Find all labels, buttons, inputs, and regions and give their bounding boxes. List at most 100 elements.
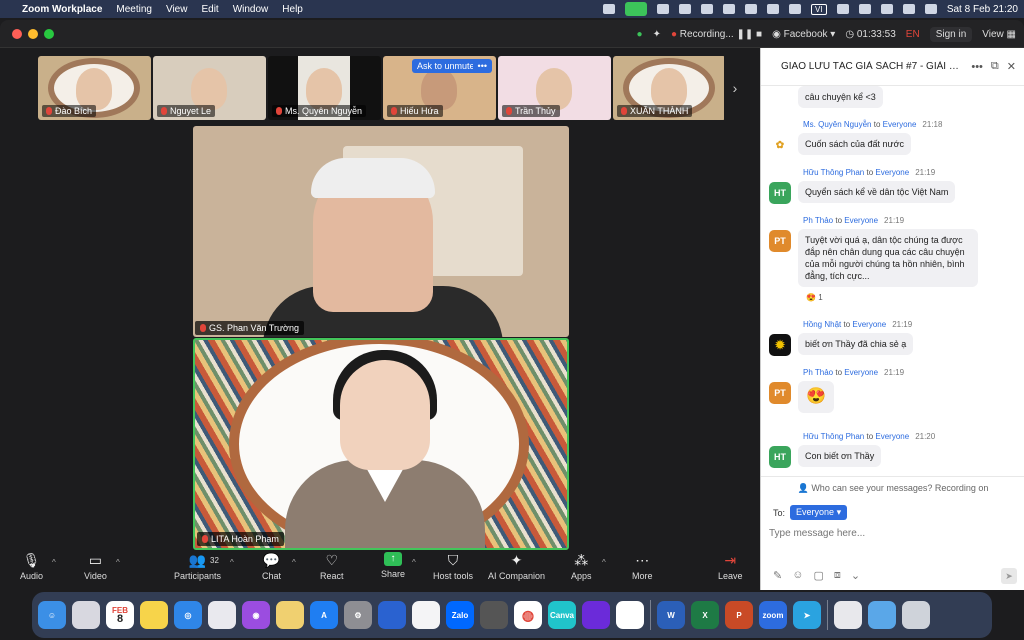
video-options-caret[interactable]: ^ bbox=[116, 558, 120, 567]
battery-icon[interactable] bbox=[836, 4, 849, 14]
excel-icon[interactable]: X bbox=[691, 601, 719, 629]
more-button[interactable]: ⋯ More bbox=[632, 552, 653, 582]
share-options-caret[interactable]: ^ bbox=[412, 558, 416, 567]
file-attach-icon[interactable]: ▢ bbox=[813, 569, 823, 582]
ask-to-unmute-button[interactable]: Ask to unmute bbox=[412, 59, 480, 73]
apps-options-caret[interactable]: ^ bbox=[602, 558, 606, 567]
participant-tile[interactable]: Ask to unmute ••• Hiếu Hứa bbox=[383, 56, 496, 120]
menu-help[interactable]: Help bbox=[282, 4, 303, 15]
chrome-icon[interactable]: ◍ bbox=[514, 601, 542, 629]
creative-cloud-icon[interactable] bbox=[582, 601, 610, 629]
sign-in-button[interactable]: Sign in bbox=[929, 26, 973, 42]
cloud-status-icon[interactable] bbox=[678, 4, 691, 14]
message-sender[interactable]: Hữu Thông Phan bbox=[803, 168, 864, 177]
perplexity-icon[interactable] bbox=[412, 601, 440, 629]
more-options-button[interactable]: ••• bbox=[472, 59, 492, 73]
notes-icon[interactable] bbox=[140, 601, 168, 629]
host-tools-button[interactable]: ⛉ Host tools bbox=[433, 552, 473, 582]
leave-button[interactable]: ⇥ Leave bbox=[718, 552, 743, 582]
layers-icon[interactable] bbox=[744, 4, 757, 14]
send-icon[interactable]: ➤ bbox=[1001, 568, 1017, 584]
message-sender[interactable]: Ms. Quyên Nguyễn bbox=[803, 120, 871, 129]
zalo-icon[interactable]: Zalo bbox=[446, 601, 474, 629]
quicktime-icon[interactable] bbox=[480, 601, 508, 629]
facebook-stream[interactable]: ◉ Facebook ▾ bbox=[772, 29, 835, 40]
zoom-status-icon[interactable] bbox=[656, 4, 669, 14]
safari-icon[interactable]: ◎ bbox=[174, 601, 202, 629]
powerpoint-icon[interactable]: P bbox=[725, 601, 753, 629]
launchpad-icon[interactable] bbox=[72, 601, 100, 629]
share-button[interactable]: ↑ Share bbox=[381, 552, 405, 579]
participant-tile[interactable]: Nguyet Le bbox=[153, 56, 266, 120]
pause-recording-icon[interactable]: ❚❚ bbox=[736, 29, 753, 40]
telegram-icon[interactable]: ➤ bbox=[793, 601, 821, 629]
system-settings-icon[interactable]: ⚙ bbox=[344, 601, 372, 629]
apps-button[interactable]: ⁂ Apps bbox=[571, 552, 592, 582]
zoom-camera-status-icon[interactable] bbox=[624, 2, 647, 16]
trash-icon[interactable] bbox=[902, 601, 930, 629]
chevron-right-icon[interactable]: › bbox=[724, 56, 746, 120]
visibility-notice[interactable]: 👤 Who can see your messages? Recording o… bbox=[761, 483, 1024, 494]
participant-tile[interactable]: Đào Bích bbox=[38, 56, 151, 120]
reaction-badge[interactable]: 😍 1 bbox=[806, 293, 823, 302]
document-icon[interactable] bbox=[834, 601, 862, 629]
menu-app-name[interactable]: Zoom Workplace bbox=[22, 4, 102, 15]
zoom-icon[interactable]: zoom bbox=[759, 601, 787, 629]
recipient-dropdown[interactable]: Everyone ▾ bbox=[790, 505, 848, 520]
message-sender[interactable]: Hữu Thông Phan bbox=[803, 432, 864, 441]
message-bubble[interactable]: Tuyệt vời quá ạ, dân tộc chúng ta được đ… bbox=[798, 229, 978, 287]
freeform-icon[interactable] bbox=[208, 601, 236, 629]
recording-status[interactable]: ● Recording... ❚❚ ■ bbox=[671, 29, 762, 40]
menu-view[interactable]: View bbox=[166, 4, 188, 15]
bluetooth-icon[interactable] bbox=[788, 4, 801, 14]
view-button[interactable]: View ▦ bbox=[982, 29, 1016, 40]
canva-icon[interactable]: Canva bbox=[548, 601, 576, 629]
maximize-window-button[interactable] bbox=[44, 29, 54, 39]
siri-icon[interactable] bbox=[924, 4, 937, 14]
word-icon[interactable]: W bbox=[657, 601, 685, 629]
participants-options-caret[interactable]: ^ bbox=[230, 558, 234, 567]
menu-meeting[interactable]: Meeting bbox=[116, 4, 152, 15]
message-bubble[interactable]: câu chuyện kể <3 bbox=[798, 86, 883, 108]
shield-icon[interactable]: ● bbox=[637, 29, 643, 40]
screenshot-icon[interactable]: ⧈ bbox=[834, 569, 841, 582]
input-source-indicator[interactable]: VI bbox=[810, 3, 827, 15]
menu-edit[interactable]: Edit bbox=[201, 4, 218, 15]
ai-companion-button[interactable]: ✦ AI Companion bbox=[488, 552, 545, 582]
audio-button[interactable]: 🎙 Audio bbox=[20, 552, 43, 582]
message-sender[interactable]: Ph Thảo bbox=[803, 368, 833, 377]
finder-icon[interactable]: ☺ bbox=[38, 601, 66, 629]
stop-recording-icon[interactable]: ■ bbox=[756, 29, 762, 40]
message-bubble[interactable]: biết ơn Thầy đã chia sẻ ạ bbox=[798, 333, 914, 355]
menubar-clock[interactable]: Sat 8 Feb 21:20 bbox=[947, 4, 1018, 15]
minimize-window-button[interactable] bbox=[28, 29, 38, 39]
message-bubble[interactable]: Quyển sách kể về dân tộc Việt Nam bbox=[798, 181, 956, 203]
language-indicator[interactable]: EN bbox=[906, 29, 920, 40]
keynote-icon[interactable] bbox=[378, 601, 406, 629]
podcasts-icon[interactable]: ◉ bbox=[242, 601, 270, 629]
video-button[interactable]: ▭ Video bbox=[84, 552, 107, 582]
react-button[interactable]: ♡ React bbox=[320, 552, 344, 582]
participant-tile[interactable]: XUÂN THÀNH bbox=[613, 56, 726, 120]
pop-out-icon[interactable]: ⧉ bbox=[991, 60, 999, 73]
chat-options-caret[interactable]: ^ bbox=[292, 558, 296, 567]
search-icon[interactable] bbox=[880, 4, 893, 14]
speaker-video-2[interactable]: LITA Hoàn Phạm bbox=[193, 338, 569, 550]
more-options-icon[interactable]: ••• bbox=[971, 61, 983, 73]
ai-sparkle-icon[interactable]: ✦ bbox=[653, 29, 661, 40]
close-window-button[interactable] bbox=[12, 29, 22, 39]
message-bubble[interactable]: Con biết ơn Thầy bbox=[798, 445, 882, 467]
status-app-icon[interactable] bbox=[602, 4, 615, 14]
control-center-icon[interactable] bbox=[902, 4, 915, 14]
close-icon[interactable]: ✕ bbox=[1007, 60, 1016, 73]
menu-window[interactable]: Window bbox=[233, 4, 269, 15]
pages-icon[interactable] bbox=[276, 601, 304, 629]
message-sender[interactable]: Hồng Nhật bbox=[803, 320, 841, 329]
audio-wave-icon[interactable] bbox=[722, 4, 735, 14]
message-bubble[interactable]: 😍 bbox=[798, 381, 834, 413]
clipboard-status-icon[interactable] bbox=[700, 4, 713, 14]
participant-tile[interactable]: Ms. Quyên Nguyễn bbox=[268, 56, 381, 120]
message-sender[interactable]: Ph Thảo bbox=[803, 216, 833, 225]
folder-icon[interactable] bbox=[868, 601, 896, 629]
calendar-icon[interactable]: FEB 8 bbox=[106, 601, 134, 629]
